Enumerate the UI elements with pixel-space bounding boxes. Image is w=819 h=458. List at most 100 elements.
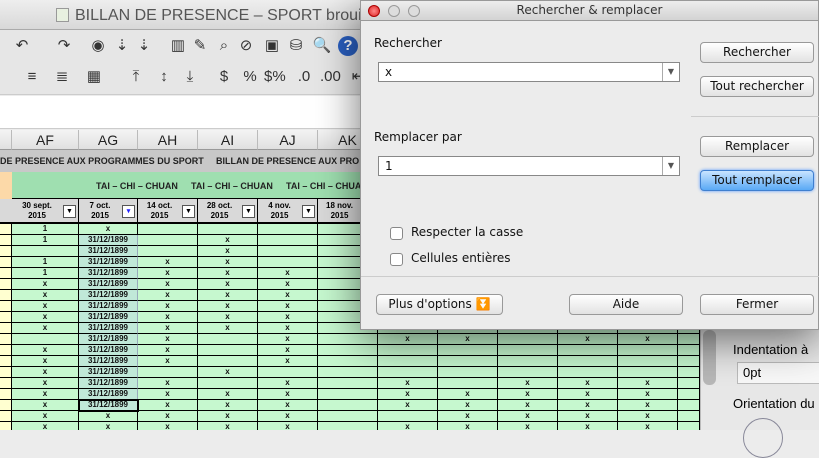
- table-cell[interactable]: [618, 345, 678, 356]
- align-top-icon[interactable]: ⤒: [126, 67, 146, 87]
- table-cell[interactable]: [318, 345, 378, 356]
- table-cell[interactable]: [678, 378, 700, 389]
- table-cell[interactable]: x: [138, 312, 198, 323]
- vertical-scrollbar[interactable]: [703, 330, 716, 385]
- table-cell[interactable]: [618, 367, 678, 378]
- table-cell[interactable]: x: [198, 290, 258, 301]
- table-cell[interactable]: [258, 235, 318, 246]
- table-cell[interactable]: x: [258, 334, 318, 345]
- table-cell[interactable]: [378, 411, 438, 422]
- table-cell[interactable]: x: [12, 312, 79, 323]
- table-cell[interactable]: [138, 224, 198, 235]
- table-cell[interactable]: [678, 400, 700, 411]
- help-button[interactable]: Aide: [569, 294, 683, 315]
- row-header-cell[interactable]: [0, 411, 12, 422]
- row-header-cell[interactable]: [0, 301, 12, 312]
- table-cell[interactable]: 31/12/1899: [79, 378, 138, 389]
- table-cell[interactable]: x: [258, 400, 318, 411]
- table-cell[interactable]: x: [198, 257, 258, 268]
- close-button[interactable]: Fermer: [700, 294, 814, 315]
- table-cell[interactable]: x: [618, 411, 678, 422]
- table-cell[interactable]: x: [138, 279, 198, 290]
- table-cell[interactable]: x: [198, 268, 258, 279]
- table-cell[interactable]: x: [438, 400, 498, 411]
- replace-button[interactable]: Remplacer: [700, 136, 814, 157]
- table-cell[interactable]: x: [198, 279, 258, 290]
- table-cell[interactable]: x: [12, 279, 79, 290]
- table-cell[interactable]: x: [558, 400, 618, 411]
- replace-all-button[interactable]: Tout remplacer: [700, 170, 814, 191]
- table-cell[interactable]: x: [378, 334, 438, 345]
- data-sources-icon[interactable]: ⛁: [286, 36, 306, 56]
- table-cell[interactable]: x: [12, 389, 79, 400]
- table-cell[interactable]: x: [79, 411, 138, 422]
- navigator-icon[interactable]: ◉: [88, 36, 108, 56]
- table-cell[interactable]: [12, 246, 79, 257]
- row-header-cell[interactable]: [0, 323, 12, 334]
- table-cell[interactable]: x: [258, 356, 318, 367]
- table-cell[interactable]: x: [198, 400, 258, 411]
- table-cell[interactable]: [378, 367, 438, 378]
- chevron-down-icon[interactable]: ▼: [662, 157, 679, 175]
- align-bottom-icon[interactable]: ⤓: [180, 67, 200, 87]
- table-cell[interactable]: 31/12/1899: [79, 334, 138, 345]
- table-cell[interactable]: x: [258, 290, 318, 301]
- row-header-cell[interactable]: [0, 356, 12, 367]
- table-cell[interactable]: 31/12/1899: [79, 367, 138, 378]
- row-header-cell[interactable]: [0, 367, 12, 378]
- autofilter-dropdown-icon[interactable]: ▼: [242, 205, 255, 218]
- zoom-icon[interactable]: 🔍: [312, 36, 332, 56]
- table-cell[interactable]: x: [138, 323, 198, 334]
- column-header-ah[interactable]: AH: [138, 130, 198, 150]
- table-cell[interactable]: [318, 378, 378, 389]
- table-cell[interactable]: x: [138, 290, 198, 301]
- row-header-cell[interactable]: [0, 389, 12, 400]
- table-cell[interactable]: [318, 334, 378, 345]
- table-cell[interactable]: [12, 334, 79, 345]
- currency-icon[interactable]: $: [214, 67, 234, 87]
- table-cell[interactable]: [138, 367, 198, 378]
- table-cell[interactable]: [198, 224, 258, 235]
- table-cell[interactable]: x: [12, 400, 79, 411]
- table-cell[interactable]: 31/12/1899: [79, 345, 138, 356]
- table-cell[interactable]: [138, 235, 198, 246]
- table-cell[interactable]: [678, 389, 700, 400]
- redo-icon[interactable]: ↷: [54, 36, 74, 56]
- table-cell[interactable]: x: [138, 411, 198, 422]
- align-center-vertical-icon[interactable]: ↕: [154, 67, 174, 87]
- row-header-cell[interactable]: [0, 290, 12, 301]
- table-cell[interactable]: 1: [12, 235, 79, 246]
- table-cell[interactable]: 31/12/1899: [79, 257, 138, 268]
- table-cell[interactable]: [438, 367, 498, 378]
- table-cell[interactable]: x: [378, 400, 438, 411]
- table-cell[interactable]: x: [198, 411, 258, 422]
- table-cell[interactable]: [678, 422, 700, 430]
- table-cell[interactable]: 1: [12, 257, 79, 268]
- row-header-cell[interactable]: [0, 268, 12, 279]
- table-cell[interactable]: x: [558, 378, 618, 389]
- table-cell[interactable]: x: [558, 411, 618, 422]
- table-cell[interactable]: x: [198, 389, 258, 400]
- table-cell[interactable]: [198, 356, 258, 367]
- match-case-checkbox[interactable]: [390, 227, 403, 240]
- table-cell[interactable]: x: [12, 411, 79, 422]
- table-cell[interactable]: x: [12, 301, 79, 312]
- chart-icon[interactable]: ▥: [168, 36, 188, 56]
- table-cell[interactable]: x: [378, 389, 438, 400]
- search-input[interactable]: x ▼: [378, 62, 680, 82]
- table-cell[interactable]: x: [138, 334, 198, 345]
- row-header-cell[interactable]: [0, 279, 12, 290]
- table-cell[interactable]: [438, 356, 498, 367]
- table-cell[interactable]: x: [258, 422, 318, 430]
- table-cell[interactable]: 31/12/1899: [79, 290, 138, 301]
- table-cell[interactable]: [258, 257, 318, 268]
- table-cell[interactable]: x: [378, 378, 438, 389]
- table-cell[interactable]: 31/12/1899: [79, 246, 138, 257]
- table-cell[interactable]: [258, 367, 318, 378]
- table-cell[interactable]: x: [12, 367, 79, 378]
- table-cell[interactable]: x: [12, 356, 79, 367]
- table-cell[interactable]: x: [498, 378, 558, 389]
- navigator-compass-icon[interactable]: ⊘: [236, 36, 256, 56]
- row-header-cell[interactable]: [0, 334, 12, 345]
- table-cell[interactable]: x: [558, 422, 618, 430]
